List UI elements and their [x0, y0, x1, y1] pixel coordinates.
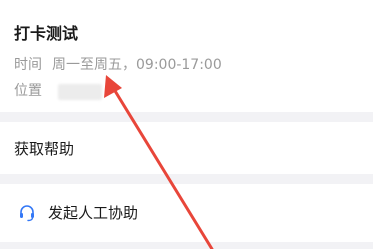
location-row: 位置: [14, 82, 52, 100]
help-label: 获取帮助: [14, 140, 75, 158]
headset-icon: [20, 205, 34, 222]
assist-label: 发起人工协助: [48, 204, 139, 222]
assist-row[interactable]: 发起人工协助: [0, 184, 373, 242]
time-row: 时间 周一至周五，09:00-17:00: [14, 56, 222, 74]
help-row[interactable]: 获取帮助: [0, 122, 373, 174]
time-value: 周一至周五，09:00-17:00: [52, 57, 222, 73]
location-value-redacted: [58, 84, 102, 100]
time-label: 时间: [14, 57, 42, 73]
location-label: 位置: [14, 83, 42, 99]
checkin-card[interactable]: 打卡测试 时间 周一至周五，09:00-17:00 位置: [0, 0, 373, 112]
checkin-title: 打卡测试: [14, 24, 79, 43]
